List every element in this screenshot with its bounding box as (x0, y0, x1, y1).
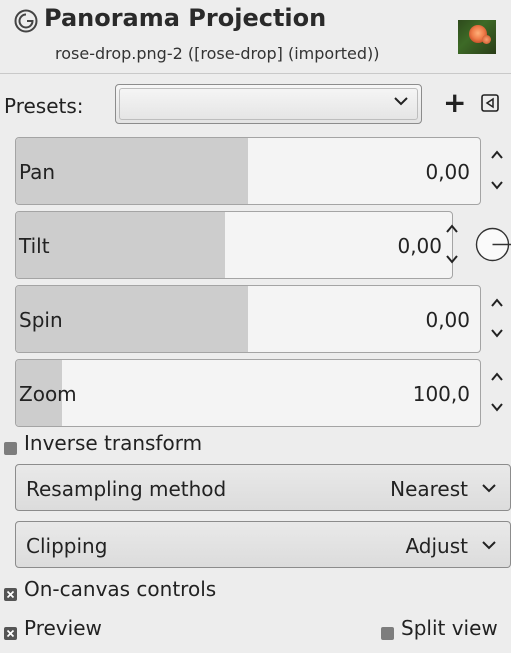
spin-value: 0,00 (425, 308, 470, 332)
add-preset-button[interactable]: + (443, 88, 466, 118)
clipping-value: Adjust (405, 534, 468, 558)
pan-stepper[interactable] (483, 137, 511, 205)
clipping-label: Clipping (26, 534, 108, 558)
chevron-down-icon (480, 536, 498, 554)
spin-label: Spin (19, 308, 63, 332)
image-thumbnail (458, 20, 496, 54)
zoom-value: 100,0 (412, 382, 470, 406)
tilt-dial-icon[interactable] (474, 226, 511, 263)
inverse-transform-label: Inverse transform (24, 431, 203, 455)
tilt-stepper[interactable] (438, 211, 466, 279)
pan-spin-scale[interactable]: Pan 0,00 (15, 137, 481, 205)
spin-spin-scale[interactable]: Spin 0,00 (15, 285, 481, 353)
preview-label: Preview (24, 616, 102, 640)
pan-label: Pan (19, 160, 56, 184)
resampling-method-combo[interactable]: Resampling method Nearest (15, 464, 511, 511)
presets-combo[interactable] (115, 84, 422, 124)
resampling-value: Nearest (390, 477, 468, 501)
inverse-transform-checkbox[interactable]: Inverse transform (4, 431, 202, 455)
tilt-spin-scale[interactable]: Tilt 0,00 (15, 211, 453, 279)
dialog-title: Panorama Projection (44, 4, 327, 32)
split-view-label: Split view (401, 616, 498, 640)
spin-stepper[interactable] (483, 285, 511, 353)
chevron-down-icon (491, 181, 503, 190)
zoom-stepper[interactable] (483, 359, 511, 427)
tilt-label: Tilt (19, 234, 50, 258)
on-canvas-controls-checkbox[interactable]: On-canvas controls (4, 577, 216, 601)
checkbox-checked-icon (4, 582, 17, 601)
presets-label: Presets: (4, 94, 84, 118)
pan-value: 0,00 (425, 160, 470, 184)
preset-menu-icon[interactable] (481, 94, 499, 112)
checkbox-checked-icon (4, 621, 17, 640)
checkbox-unchecked-icon (4, 436, 17, 455)
chevron-down-icon (480, 479, 498, 497)
zoom-label: Zoom (19, 382, 77, 406)
preview-checkbox[interactable]: Preview (4, 616, 102, 640)
tilt-value: 0,00 (397, 234, 442, 258)
on-canvas-controls-label: On-canvas controls (24, 577, 217, 601)
chevron-up-icon (491, 150, 503, 159)
checkbox-unchecked-icon (381, 621, 394, 640)
split-view-checkbox[interactable]: Split view (381, 616, 498, 640)
gimp-swirl-icon (14, 9, 38, 33)
clipping-combo[interactable]: Clipping Adjust (15, 521, 511, 568)
chevron-down-icon (391, 91, 411, 111)
image-subtitle: rose-drop.png-2 ([rose-drop] (imported)) (55, 44, 380, 63)
resampling-label: Resampling method (26, 477, 227, 501)
header-divider (0, 73, 511, 74)
zoom-spin-scale[interactable]: Zoom 100,0 (15, 359, 481, 427)
